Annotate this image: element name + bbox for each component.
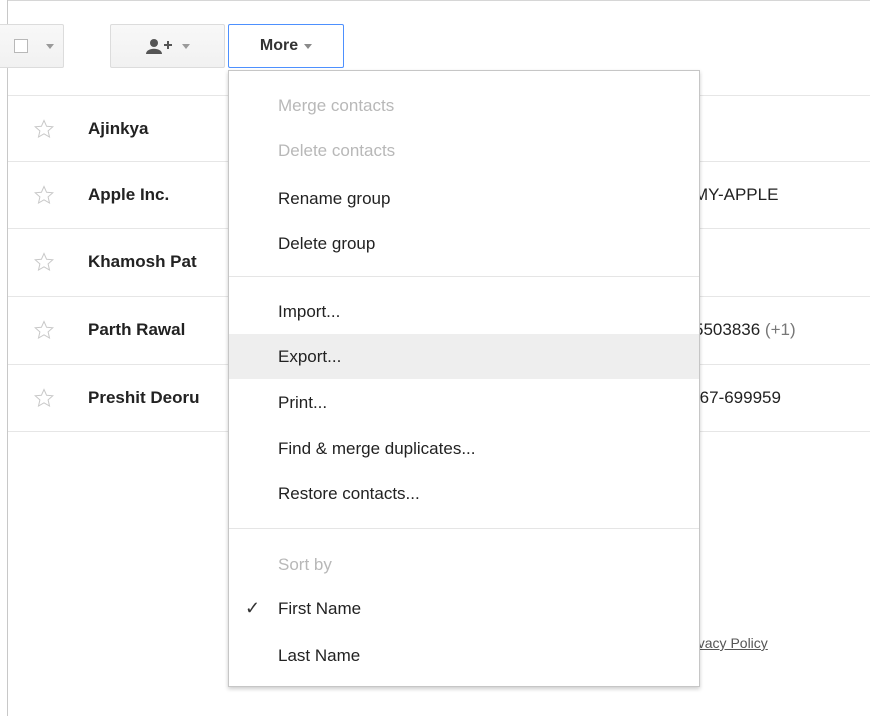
contact-phone: -67-699959 (694, 388, 781, 407)
menu-item-delete-contacts[interactable]: Delete contacts (229, 128, 699, 173)
star-icon[interactable] (34, 252, 54, 272)
chevron-down-icon (181, 43, 190, 49)
menu-item-restore-contacts[interactable]: Restore contacts... (229, 471, 699, 516)
menu-item-rename-group[interactable]: Rename group (229, 176, 699, 221)
contact-name[interactable]: Ajinkya (88, 119, 148, 139)
add-person-icon (145, 39, 172, 54)
select-checkbox[interactable] (14, 39, 28, 53)
add-to-group-button[interactable] (110, 24, 225, 68)
privacy-policy-link[interactable]: rivacy Policy (690, 635, 768, 651)
contact-name[interactable]: Khamosh Pat (88, 252, 197, 272)
contact-phone-more: (+1) (764, 320, 796, 339)
menu-item-find-merge-duplicates[interactable]: Find & merge duplicates... (229, 426, 699, 471)
more-button[interactable]: More (228, 24, 344, 68)
menu-separator (229, 276, 699, 277)
menu-item-sort-last-name[interactable]: Last Name (229, 633, 699, 678)
star-icon[interactable] (34, 185, 54, 205)
top-border (7, 0, 870, 1)
select-all-button[interactable] (0, 24, 64, 68)
menu-item-merge-contacts[interactable]: Merge contacts (229, 83, 699, 128)
checkmark-icon: ✓ (245, 598, 261, 618)
star-icon[interactable] (34, 119, 54, 139)
chevron-down-icon (46, 43, 54, 49)
star-icon[interactable] (34, 388, 54, 408)
contact-name[interactable]: Parth Rawal (88, 320, 185, 340)
contact-name[interactable]: Apple Inc. (88, 185, 169, 205)
more-menu: Merge contacts Delete contacts Rename gr… (228, 70, 700, 687)
more-button-label: More (259, 37, 299, 54)
star-icon[interactable] (34, 320, 54, 340)
chevron-down-icon (304, 43, 313, 49)
menu-separator (229, 528, 699, 529)
menu-item-export[interactable]: Export... (229, 334, 699, 379)
contact-phone-number: 5503836 (694, 320, 761, 339)
contact-phone: 5503836 (+1) (694, 320, 796, 340)
menu-item-label: First Name (278, 598, 362, 618)
contact-phone: MY-APPLE (694, 185, 779, 204)
menu-item-print[interactable]: Print... (229, 380, 699, 425)
menu-item-import[interactable]: Import... (229, 289, 699, 334)
menu-heading-sort-by: Sort by (278, 554, 332, 574)
contact-name[interactable]: Preshit Deoru (88, 388, 199, 408)
menu-item-sort-first-name[interactable]: ✓ First Name (229, 586, 699, 631)
menu-item-delete-group[interactable]: Delete group (229, 221, 699, 266)
